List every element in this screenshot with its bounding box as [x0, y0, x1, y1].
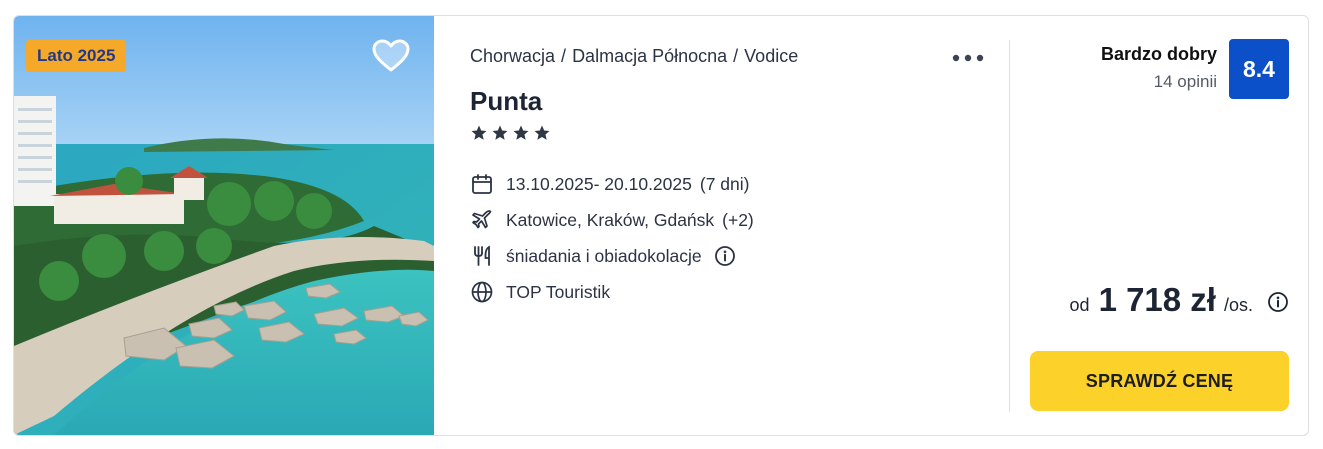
- offer-card[interactable]: Lato 2025 Chorwacja / Dalmacja Północna / Vo…: [13, 15, 1309, 436]
- hotel-stars: [470, 124, 551, 146]
- price-prefix: od: [1069, 295, 1090, 315]
- star-icon: [471, 125, 487, 140]
- star-icon: [492, 125, 508, 140]
- season-badge: Lato 2025: [26, 40, 127, 72]
- departures-text: Katowice, Kraków, Gdańsk: [506, 209, 715, 230]
- breadcrumb-region[interactable]: Dalmacja Północna: [572, 46, 727, 66]
- favorite-button[interactable]: [371, 38, 411, 74]
- info-icon: [1268, 292, 1288, 312]
- reviews-count[interactable]: 14 opinii: [1154, 72, 1217, 92]
- hotel-photo[interactable]: Lato 2025: [14, 16, 434, 435]
- dates-row: 13.10.2025- 20.10.2025 (7 dni): [470, 166, 754, 202]
- offer-info: Chorwacja / Dalmacja Północna / Vodice Punta: [470, 16, 1010, 435]
- price-unit: /os.: [1223, 295, 1253, 315]
- breadcrumb: Chorwacja / Dalmacja Północna / Vodice: [470, 46, 798, 67]
- price-info-button[interactable]: [1267, 291, 1289, 313]
- more-options-button[interactable]: [951, 48, 985, 68]
- board-row: śniadania i obiadokolacje: [470, 238, 754, 274]
- departures-more[interactable]: (+2): [722, 210, 754, 231]
- price-amount: 1 718 zł: [1098, 281, 1216, 318]
- star-icon: [534, 125, 550, 140]
- calendar-icon: [470, 172, 494, 196]
- operator-text: TOP Touristik: [506, 281, 611, 302]
- breadcrumb-city[interactable]: Vodice: [744, 46, 798, 66]
- star-icon: [513, 125, 529, 140]
- cutlery-icon: [470, 244, 494, 268]
- globe-icon: [470, 280, 494, 304]
- price-row: od 1 718 zł /os.: [1070, 281, 1289, 319]
- board-info-button[interactable]: [714, 245, 736, 267]
- more-dots-icon: [952, 54, 984, 62]
- hotel-name[interactable]: Punta: [470, 86, 542, 117]
- board-text: śniadania i obiadokolacje: [506, 245, 702, 266]
- check-price-button[interactable]: SPRAWDŹ CENĘ: [1030, 351, 1289, 411]
- breadcrumb-separator: /: [733, 46, 739, 66]
- heart-icon: [372, 39, 410, 72]
- departures-row: Katowice, Kraków, Gdańsk (+2): [470, 202, 754, 238]
- info-icon: [714, 246, 735, 266]
- duration-text: (7 dni): [699, 173, 750, 194]
- rating-label: Bardzo dobry: [1100, 44, 1217, 64]
- price-panel: Bardzo dobry 14 opinii 8.4 od 1 718 zł /…: [1010, 16, 1308, 435]
- breadcrumb-separator: /: [561, 46, 567, 66]
- breadcrumb-country[interactable]: Chorwacja: [470, 46, 555, 66]
- hotel-photo-illustration: [14, 16, 434, 435]
- dates-text: 13.10.2025- 20.10.2025: [506, 173, 692, 194]
- rating-score: 8.4: [1229, 39, 1289, 99]
- operator-row: TOP Touristik: [470, 274, 754, 310]
- plane-icon: [470, 208, 494, 232]
- offer-facts: 13.10.2025- 20.10.2025 (7 dni) Katowice,…: [470, 166, 754, 310]
